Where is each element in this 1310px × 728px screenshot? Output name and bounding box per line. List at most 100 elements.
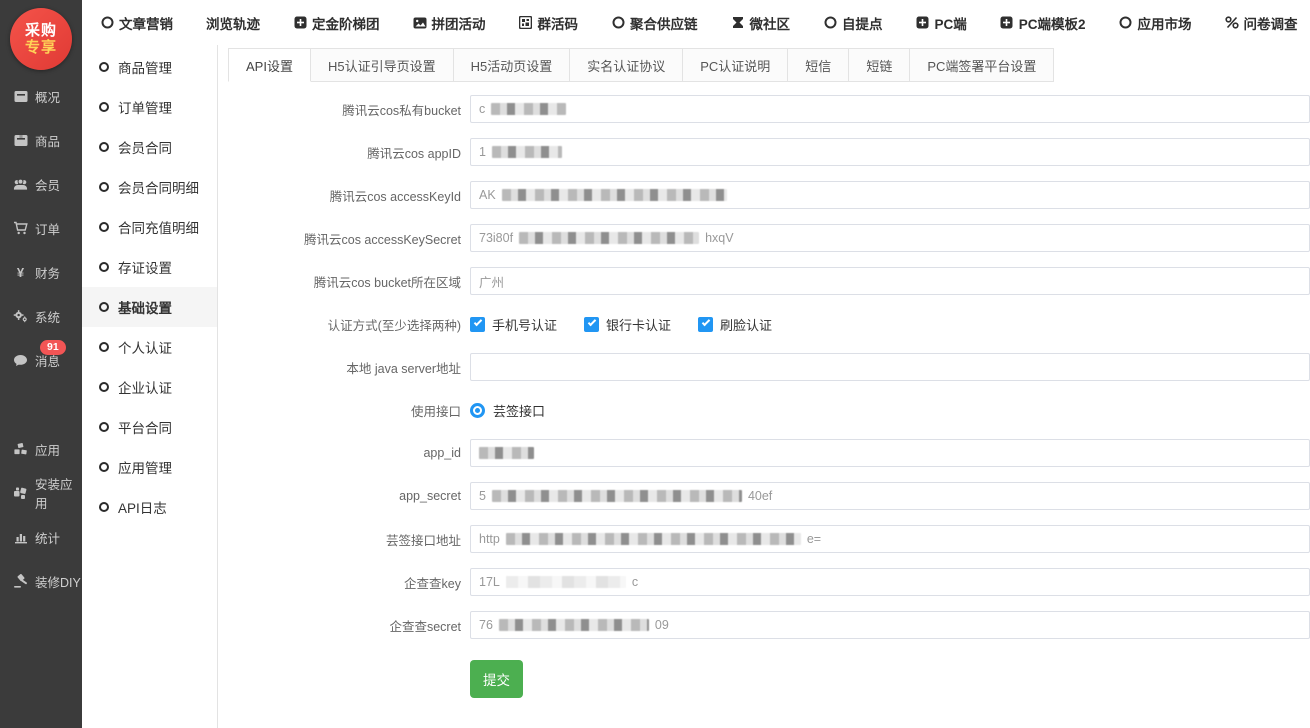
tab-pc-sign-platform[interactable]: PC端签署平台设置	[910, 48, 1054, 82]
cos-appid-input[interactable]: 1	[470, 138, 1310, 166]
circle-icon	[99, 382, 109, 392]
checkbox-bankcard-auth[interactable]: 银行卡认证	[584, 315, 671, 334]
sidebar-item-label: 会员	[35, 175, 60, 194]
radio-label: 芸签接口	[493, 401, 545, 420]
checkbox-phone-auth[interactable]: 手机号认证	[470, 315, 557, 334]
sidebar-item-apps[interactable]: 应用	[0, 427, 82, 471]
circle-icon	[100, 16, 114, 30]
nav-item-app-market[interactable]: 应用市场	[1119, 13, 1192, 33]
submenu-item-contract-recharge-detail[interactable]: 合同充值明细	[82, 207, 217, 247]
nav-item-group-qr-code[interactable]: 群活码	[519, 13, 579, 33]
form-row: 腾讯云cos accessKeySecret 73i80f hxqV	[228, 224, 1310, 252]
auth-method-checkbox-group: 手机号认证 银行卡认证 刷脸认证	[470, 315, 772, 334]
submenu-item-goods-management[interactable]: 商品管理	[82, 47, 217, 87]
submenu-item-member-contract[interactable]: 会员合同	[82, 127, 217, 167]
nav-item-pc[interactable]: PC端	[916, 13, 967, 33]
checkbox-checked-icon	[698, 317, 713, 332]
submenu-item-label: 存证设置	[118, 257, 172, 277]
field-label: 企查查key	[228, 573, 470, 592]
cos-bucket-region-input[interactable]	[470, 267, 1310, 295]
nav-item-micro-community[interactable]: 微社区	[731, 13, 791, 33]
value-suffix: c	[632, 575, 638, 589]
checkbox-checked-icon	[584, 317, 599, 332]
field-label: 本地 java server地址	[228, 358, 470, 377]
settings-submenu: 商品管理 订单管理 会员合同 会员合同明细 合同充值明细 存证设置 基础设置 个…	[82, 45, 218, 728]
submit-button[interactable]: 提交	[470, 660, 523, 698]
redacted-value	[479, 447, 534, 459]
sidebar-item-label: 商品	[35, 131, 60, 150]
brand-line2: 专享	[25, 39, 57, 56]
sidebar-item-messages[interactable]: 消息 91	[0, 338, 82, 382]
overview-icon	[13, 89, 28, 104]
nav-item-deposit-ladder-group[interactable]: 定金阶梯团	[293, 13, 380, 33]
sidebar-item-goods[interactable]: 商品	[0, 118, 82, 162]
nav-item-group-activity[interactable]: 拼团活动	[413, 13, 486, 33]
tab-label: H5认证引导页设置	[328, 56, 436, 75]
sidebar-item-orders[interactable]: 订单	[0, 206, 82, 250]
nav-item-article-marketing[interactable]: 文章营销	[100, 13, 173, 33]
tab-realname-agreement[interactable]: 实名认证协议	[570, 48, 683, 82]
sidebar-item-decorate-diy[interactable]: 装修DIY	[0, 559, 82, 603]
submenu-item-api-log[interactable]: API日志	[82, 487, 217, 527]
settings-tabs: API设置 H5认证引导页设置 H5活动页设置 实名认证协议 PC认证说明 短信…	[228, 48, 1054, 82]
checkbox-label: 银行卡认证	[606, 315, 671, 334]
app-root: 采购 专享 概况 商品 会员 订单 ¥	[0, 0, 1310, 728]
cos-accesskeyid-input[interactable]: AK	[470, 181, 1310, 209]
submenu-item-enterprise-auth[interactable]: 企业认证	[82, 367, 217, 407]
field-label: app_id	[228, 446, 470, 460]
qichacha-key-input[interactable]: 17L c	[470, 568, 1310, 596]
form-row: 企查查key 17L c	[228, 568, 1310, 596]
submenu-item-basic-settings[interactable]: 基础设置	[82, 287, 217, 327]
orders-icon	[13, 221, 28, 236]
submenu-item-label: 应用管理	[118, 457, 172, 477]
redacted-value	[519, 232, 699, 244]
finance-icon: ¥	[13, 265, 28, 280]
tab-api-settings[interactable]: API设置	[228, 48, 311, 82]
hourglass-icon	[731, 16, 745, 30]
nav-item-browse-track[interactable]: 浏览轨迹	[206, 13, 260, 33]
sidebar-item-label: 财务	[35, 263, 60, 282]
app-id-input[interactable]	[470, 439, 1310, 467]
radio-yunsign-interface[interactable]: 芸签接口	[470, 401, 545, 420]
tab-label: PC端签署平台设置	[927, 56, 1036, 75]
sidebar-item-members[interactable]: 会员	[0, 162, 82, 206]
tab-short-link[interactable]: 短链	[849, 48, 910, 82]
submenu-item-evidence-settings[interactable]: 存证设置	[82, 247, 217, 287]
nav-item-pickup-point[interactable]: 自提点	[823, 13, 883, 33]
submenu-item-platform-contract[interactable]: 平台合同	[82, 407, 217, 447]
sidebar-item-stats[interactable]: 统计	[0, 515, 82, 559]
submenu-item-order-management[interactable]: 订单管理	[82, 87, 217, 127]
tab-label: H5活动页设置	[471, 56, 553, 75]
nav-item-label: 自提点	[842, 13, 883, 33]
submenu-item-personal-auth[interactable]: 个人认证	[82, 327, 217, 367]
sidebar-item-system[interactable]: 系统	[0, 294, 82, 338]
nav-item-label: 定金阶梯团	[312, 13, 380, 33]
app-secret-input[interactable]: 5 40ef	[470, 482, 1310, 510]
sidebar-item-overview[interactable]: 概况	[0, 74, 82, 118]
tab-pc-auth-notes[interactable]: PC认证说明	[683, 48, 788, 82]
sidebar-item-install-apps[interactable]: 安装应用	[0, 471, 82, 515]
cos-private-bucket-input[interactable]: c	[470, 95, 1310, 123]
checkbox-face-auth[interactable]: 刷脸认证	[698, 315, 772, 334]
tab-sms[interactable]: 短信	[788, 48, 849, 82]
redacted-value	[506, 533, 801, 545]
sidebar-item-finance[interactable]: ¥ 财务	[0, 250, 82, 294]
field-label: 使用接口	[228, 401, 470, 420]
nav-item-supply-chain[interactable]: 聚合供应链	[611, 13, 698, 33]
image-icon	[413, 16, 427, 30]
nav-item-survey[interactable]: 问卷调查	[1225, 13, 1298, 33]
cos-accesskeysecret-input[interactable]: 73i80f hxqV	[470, 224, 1310, 252]
qichacha-secret-input[interactable]: 76 09	[470, 611, 1310, 639]
sidebar-item-label: 概况	[35, 87, 60, 106]
message-count-badge: 91	[40, 340, 66, 355]
tab-h5-activity-page[interactable]: H5活动页设置	[454, 48, 571, 82]
submenu-item-app-management[interactable]: 应用管理	[82, 447, 217, 487]
api-settings-form: 腾讯云cos私有bucket c 腾讯云cos appID 1	[228, 95, 1310, 698]
nav-item-pc-template2[interactable]: PC端模板2	[1000, 13, 1086, 33]
submenu-item-member-contract-detail[interactable]: 会员合同明细	[82, 167, 217, 207]
local-java-server-input[interactable]	[470, 353, 1310, 381]
brand-logo: 采购 专享	[10, 8, 72, 70]
yunsign-api-url-input[interactable]: http e=	[470, 525, 1310, 553]
nav-item-label: 应用市场	[1138, 13, 1192, 33]
tab-h5-auth-guide-page[interactable]: H5认证引导页设置	[311, 48, 454, 82]
